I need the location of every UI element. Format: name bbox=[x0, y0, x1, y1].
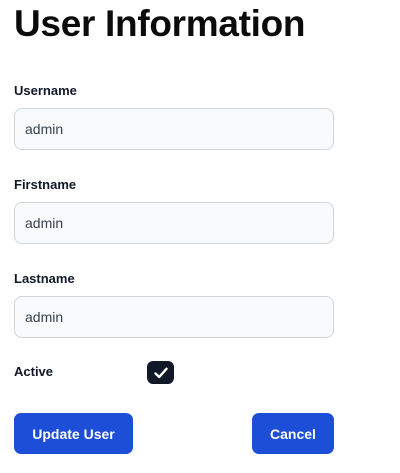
username-label: Username bbox=[14, 83, 77, 98]
active-label: Active bbox=[14, 364, 54, 379]
check-icon bbox=[153, 367, 168, 378]
cancel-button[interactable]: Cancel bbox=[252, 413, 334, 454]
page-title: User Information bbox=[14, 3, 306, 44]
active-checkbox[interactable] bbox=[147, 361, 174, 384]
update-user-button[interactable]: Update User bbox=[14, 413, 133, 454]
lastname-label: Lastname bbox=[14, 271, 75, 286]
username-field[interactable] bbox=[14, 108, 334, 150]
firstname-field[interactable] bbox=[14, 202, 334, 244]
firstname-label: Firstname bbox=[14, 177, 77, 192]
lastname-field[interactable] bbox=[14, 296, 334, 338]
